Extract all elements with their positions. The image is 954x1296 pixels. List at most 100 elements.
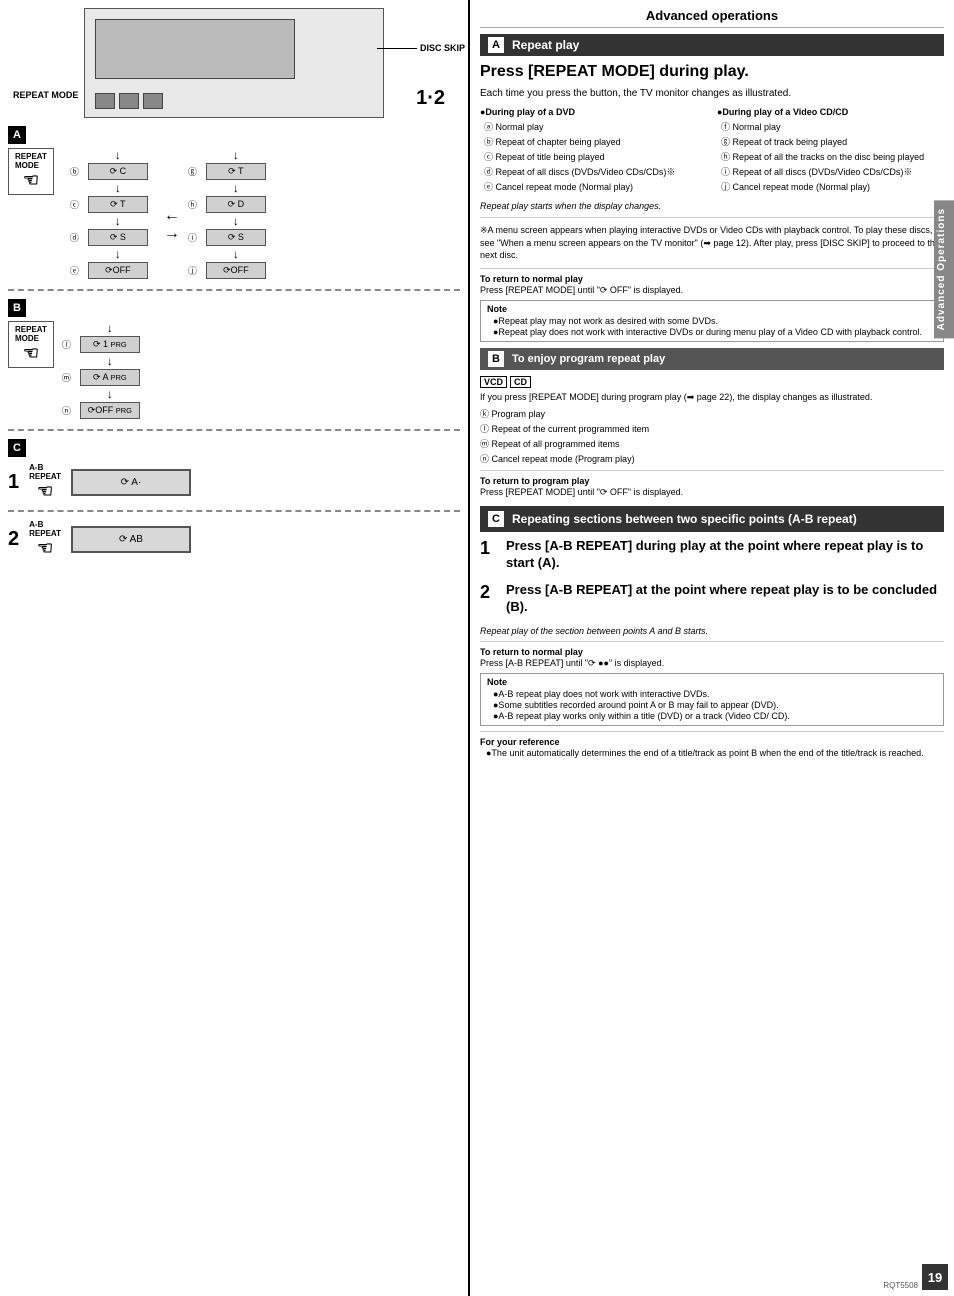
arrow-a: ↓ (88, 149, 148, 161)
note-item-c3: ●A-B repeat play works only within a tit… (487, 711, 937, 721)
step-l-letter: ⓛ (62, 338, 76, 351)
section-b-box: B (8, 299, 26, 317)
button3[interactable] (143, 93, 163, 109)
divider-c-return (480, 641, 944, 642)
note-item-c2: ●Some subtitles recorded around point A … (487, 700, 937, 710)
arrow-m: ↓ (80, 388, 140, 400)
b-item-k: ⓚ Program play (480, 407, 944, 420)
divider-c1c2 (8, 510, 460, 512)
section-a-header-text: Repeat play (512, 38, 579, 52)
dvd-col: ●During play of a DVD ⓐ Normal play ⓑ Re… (480, 107, 707, 195)
step-d-display: ⟳ S (88, 229, 148, 246)
to-return-label-a: To return to normal play (480, 274, 944, 284)
section-b-header-text: To enjoy program repeat play (512, 353, 665, 365)
step-g-letter: ⓖ (188, 165, 202, 178)
press-title: Press [REPEAT MODE] during play. (480, 62, 944, 81)
step-c2-num-right: 2 (480, 582, 500, 620)
divider-after-asterisk (480, 268, 944, 269)
arrow-k: ↓ (80, 322, 140, 334)
left-panel: DISC SKIP REPEAT MODE 1·2 A REPEATMODE ☜… (0, 0, 470, 1296)
note-title-a: Note (487, 304, 937, 314)
step-h-letter: ⓗ (188, 198, 202, 211)
step-j-display: ⟳OFF (206, 262, 266, 279)
vcd-item-j: ⓙ Cancel repeat mode (Normal play) (717, 180, 944, 193)
step-c2-row: 2 A-BREPEAT ☜ ⟳ AB (8, 520, 460, 559)
step-h: ⓗ ⟳ D (188, 196, 266, 213)
button2[interactable] (119, 93, 139, 109)
vcd-item-f: ⓕ Normal play (717, 120, 944, 133)
divider-bc (8, 429, 460, 431)
step-e-display: ⟳OFF (88, 262, 148, 279)
repeat-mode-label: REPEAT MODE (13, 90, 78, 100)
repeat-mode-button-a: REPEATMODE ☜ (8, 148, 54, 281)
ab-repeat-text-1: A-BREPEAT (29, 463, 61, 481)
ab-repeat-box-2[interactable]: A-BREPEAT ☜ (29, 520, 61, 559)
device-buttons (95, 93, 163, 109)
hand-icon-c1: ☜ (37, 481, 53, 502)
display-screen-2: ⟳ AB (71, 526, 191, 553)
step-l: ⓛ ⟳ 1 PRG (62, 336, 140, 353)
step-l-display: ⟳ 1 PRG (80, 336, 140, 353)
vertical-advanced-ops-label: Advanced Operations (934, 200, 954, 338)
section-c-letter: C (488, 511, 504, 527)
button1[interactable] (95, 93, 115, 109)
to-return-label-b: To return to program play (480, 476, 944, 486)
rqt-code: RQT5508 (883, 1281, 918, 1290)
diagram-a-area: REPEATMODE ☜ ↓ ⓑ ⟳ C ↓ ⓒ ⟳ T ↓ ⓓ ⟳ S ↓ ⓔ (8, 148, 460, 281)
note-item-a2: ●Repeat play does not work with interact… (487, 327, 937, 337)
step-c2-text: Press [A-B REPEAT] at the point where re… (506, 582, 944, 616)
section-b-letter: B (488, 351, 504, 367)
step-n: ⓝ ⟳OFF PRG (62, 402, 140, 419)
step-n-letter: ⓝ (62, 404, 76, 417)
hand-icon-a: ☜ (23, 170, 39, 191)
ab-repeat-box-1[interactable]: A-BREPEAT ☜ (29, 463, 61, 502)
device-display (95, 19, 295, 79)
hand-icon-b: ☜ (23, 343, 39, 364)
dvd-item-a: ⓐ Normal play (480, 120, 707, 133)
step-n-display: ⟳OFF PRG (80, 402, 140, 419)
step-c-letter: ⓒ (70, 198, 84, 211)
step-i: ⓘ ⟳ S (188, 229, 266, 246)
step-j-letter: ⓙ (188, 264, 202, 277)
section-header-a: A Repeat play (480, 34, 944, 56)
step-m: ⓜ ⟳ A PRG (62, 369, 140, 386)
b-item-n: ⓝ Cancel repeat mode (Program play) (480, 452, 944, 465)
step-c2-number: 2 (8, 528, 19, 551)
vcd-cd-badges: VCD CD (480, 376, 531, 388)
step-b: ⓑ ⟳ C (70, 163, 148, 180)
section-header-c: C Repeating sections between two specifi… (480, 506, 944, 532)
vcd-col: ●During play of a Video CD/CD ⓕ Normal p… (717, 107, 944, 195)
repeat-mode-box-b[interactable]: REPEATMODE ☜ (8, 321, 54, 368)
section-c-box: C (8, 439, 26, 457)
if-you-text: If you press [REPEAT MODE] during progra… (480, 392, 944, 403)
step-j: ⓙ ⟳OFF (188, 262, 266, 279)
section-a-box: A (8, 126, 26, 144)
arrow-d: ↓ (88, 248, 148, 260)
repeat-mode-box-a[interactable]: REPEATMODE ☜ (8, 148, 54, 195)
note-item-c1: ●A-B repeat play does not work with inte… (487, 689, 937, 699)
display-screen-1: ⟳ A· (71, 469, 191, 496)
right-panel: Advanced operations A Repeat play Press … (470, 0, 954, 1296)
vcd-col-title: ●During play of a Video CD/CD (717, 107, 944, 117)
step-d-letter: ⓓ (70, 231, 84, 244)
cd-badge: CD (510, 376, 531, 388)
asterisk-text: ※A menu screen appears when playing inte… (480, 224, 944, 262)
step-g-display: ⟳ T (206, 163, 266, 180)
arrow-c: ↓ (88, 215, 148, 227)
steps-b-col: ↓ ⓛ ⟳ 1 PRG ↓ ⓜ ⟳ A PRG ↓ ⓝ ⟳OFF PRG (62, 321, 140, 421)
diagram-b-area: REPEATMODE ☜ ↓ ⓛ ⟳ 1 PRG ↓ ⓜ ⟳ A PRG ↓ ⓝ… (8, 321, 460, 421)
step-h-display: ⟳ D (206, 196, 266, 213)
section-c-header-text: Repeating sections between two specific … (512, 512, 857, 526)
step-m-display: ⟳ A PRG (80, 369, 140, 386)
vcd-item-i: ⓘ Repeat of all discs (DVDs/Video CDs/CD… (717, 165, 944, 178)
disc-skip-label: DISC SKIP (377, 43, 465, 53)
note-box-c: Note ●A-B repeat play does not work with… (480, 673, 944, 726)
to-return-label-c: To return to normal play (480, 647, 944, 657)
arrow-i: ↓ (206, 248, 266, 260)
arrow-l: ↓ (80, 355, 140, 367)
repeat-mode-button-b: REPEATMODE ☜ (8, 321, 54, 421)
step-c1-row: 1 A-BREPEAT ☜ ⟳ A· (8, 463, 460, 502)
step-i-display: ⟳ S (206, 229, 266, 246)
arrow-g: ↓ (206, 182, 266, 194)
step-b-display: ⟳ C (88, 163, 148, 180)
